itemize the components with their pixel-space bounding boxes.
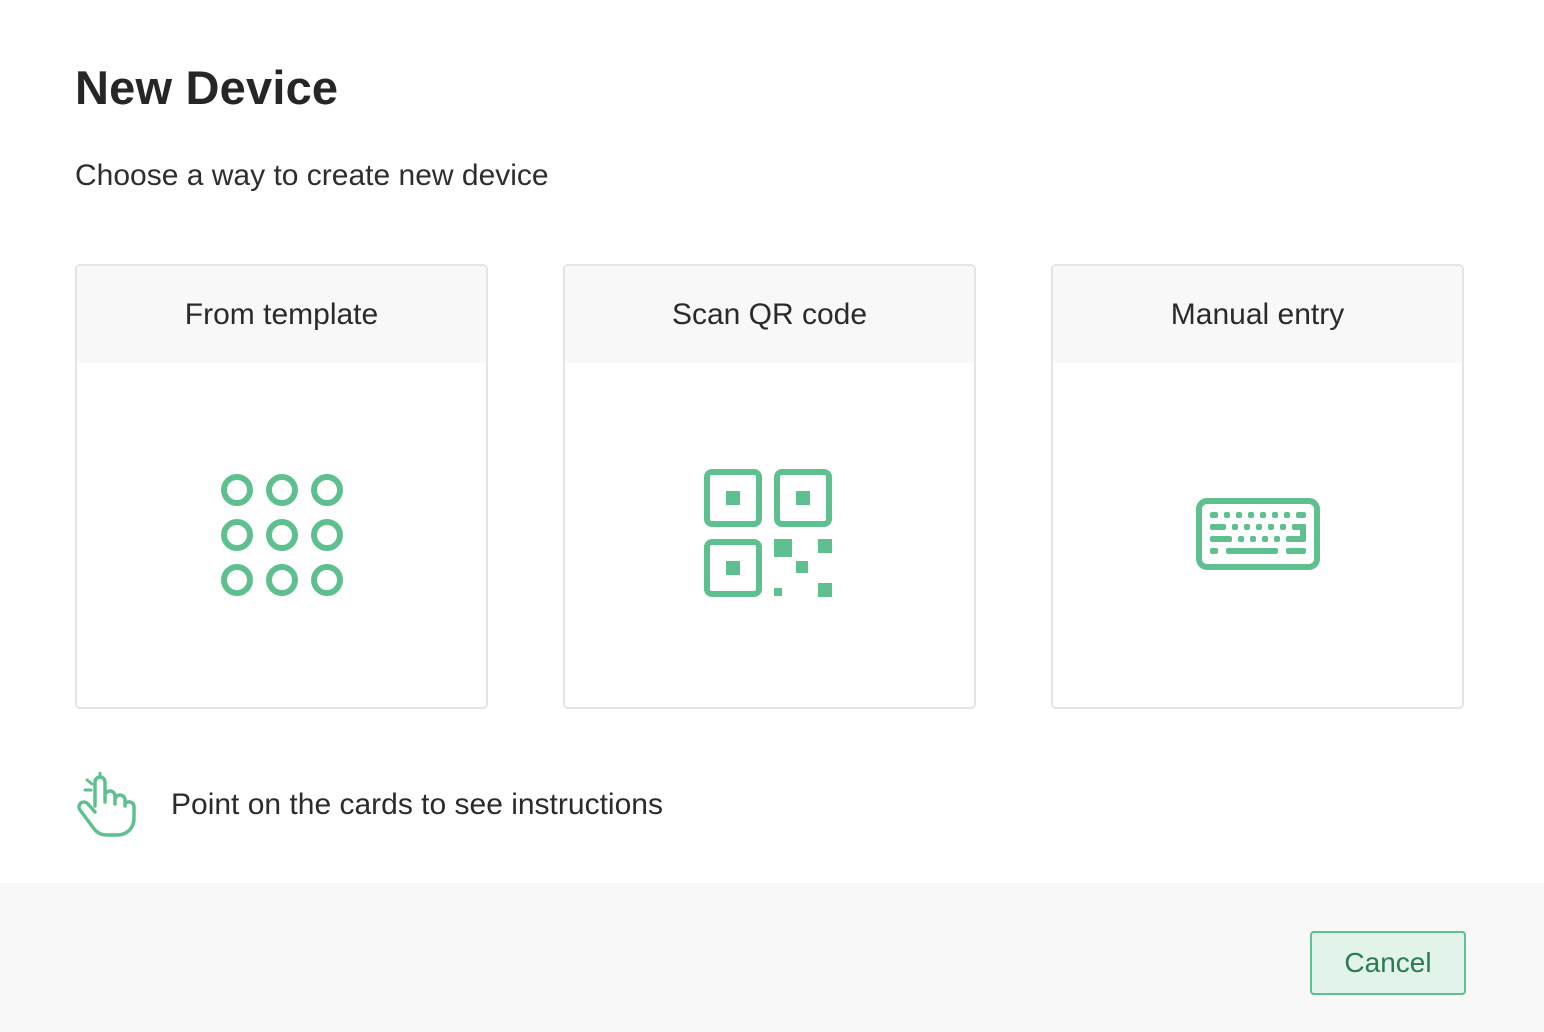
dialog-footer: Cancel [0,883,1544,1032]
manual-entry-card[interactable]: Manual entry [1051,264,1464,709]
card-label: Manual entry [1170,297,1345,331]
dialog-subtitle: Choose a way to create new device [75,159,549,192]
from-template-card[interactable]: From template [75,264,488,709]
card-header: From template [77,266,486,363]
hint-text: Point on the cards to see instructions [171,788,663,821]
scan-qr-code-card[interactable]: Scan QR code [563,264,976,709]
card-label: Scan QR code [671,297,868,331]
new-device-dialog: New Device Choose a way to create new de… [0,0,1544,1032]
qr-code-icon [703,469,832,597]
card-body [565,363,974,707]
pointing-hand-icon [77,772,136,837]
dialog-title: New Device [75,61,339,114]
card-body [77,363,486,707]
hint: Point on the cards to see instructions [75,772,663,838]
card-header: Manual entry [1053,266,1462,363]
cancel-button[interactable]: Cancel [1310,931,1466,995]
card-header: Scan QR code [565,266,974,363]
grid-circles-icon [220,474,343,596]
card-body [1053,363,1462,707]
keyboard-icon [1195,498,1320,570]
card-label: From template [184,297,379,331]
